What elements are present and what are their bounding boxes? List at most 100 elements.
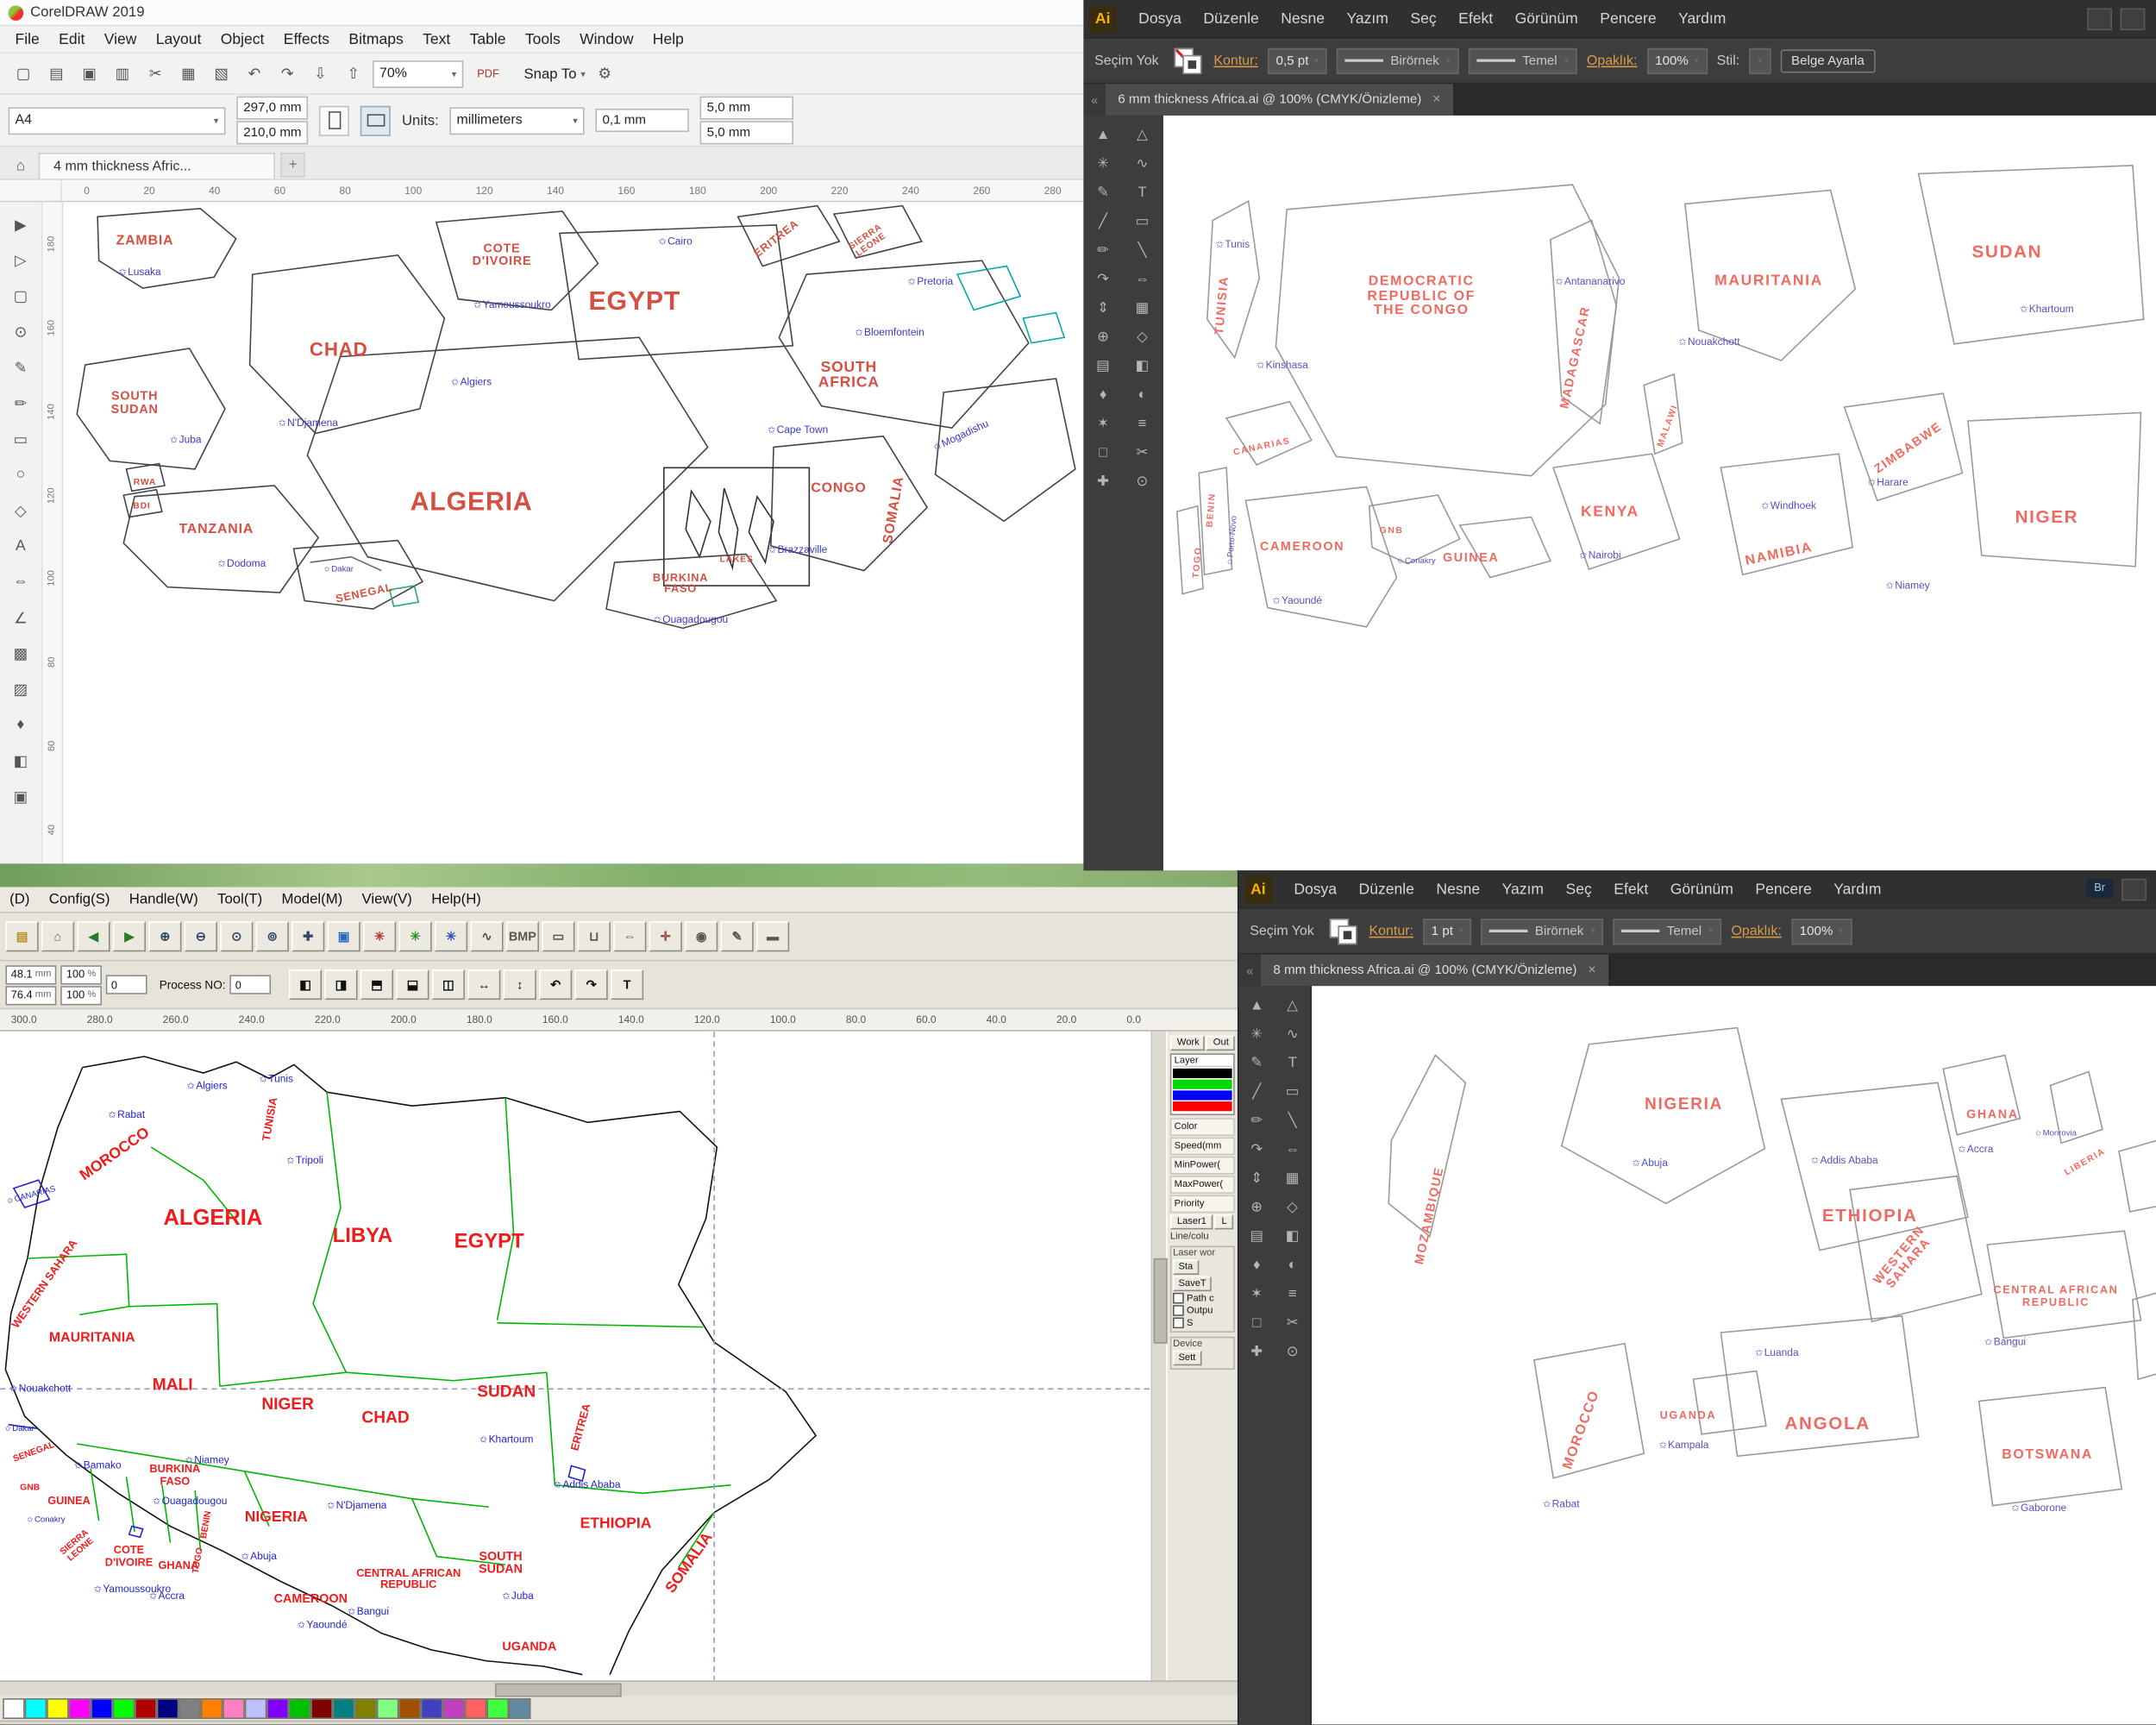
stroke-weight-input[interactable]: 0,5 pt ▾ [1267, 47, 1327, 74]
layer-property-row[interactable]: Color [1169, 1118, 1235, 1136]
lasso-tool[interactable]: ∿ [1275, 1020, 1310, 1048]
home-icon[interactable]: ⌂ [41, 921, 75, 952]
parallel-dimension-tool[interactable]: ⇔ [5, 565, 35, 598]
align-right-icon[interactable]: ◨ [324, 969, 358, 1000]
layer-color-row[interactable] [1173, 1079, 1232, 1089]
menu-item[interactable]: Seç [1555, 881, 1603, 897]
menu-item[interactable]: Help [643, 31, 693, 47]
layer-list[interactable]: Layer [1169, 1053, 1235, 1116]
pencil-tool[interactable]: ╲ [1275, 1107, 1310, 1134]
paintbrush-tool[interactable]: ✏ [1239, 1107, 1275, 1134]
coreldraw-canvas[interactable]: ZAMBIALusakaCHADN'DjamenaSOUTH SUDANJuba… [63, 202, 1084, 864]
publish-pdf-button[interactable]: PDF [467, 59, 509, 89]
mesh-tool[interactable]: ▤ [1239, 1222, 1275, 1250]
laser-head-icon[interactable]: ✛ [649, 921, 682, 952]
curve-icon[interactable]: ∿ [470, 921, 504, 952]
layer-property-row[interactable]: MaxPower( [1169, 1176, 1235, 1194]
direct-selection-tool[interactable]: △ [1123, 121, 1162, 148]
color-eyedropper-tool[interactable]: ♦ [5, 708, 35, 741]
type-tool[interactable]: T [1275, 1050, 1310, 1077]
palette-color-swatch[interactable] [112, 1697, 135, 1719]
shape-builder-tool[interactable]: ⊕ [1083, 323, 1122, 351]
menu-item[interactable]: Pencere [1589, 10, 1667, 27]
symbol-sprayer-tool[interactable]: ✶ [1239, 1280, 1275, 1308]
rectangle-tool[interactable]: ▭ [5, 422, 35, 455]
camera-icon[interactable]: ◉ [685, 921, 718, 952]
pen-tool[interactable]: ✎ [1239, 1050, 1275, 1077]
illustrator-logo[interactable]: Ai [1244, 875, 1272, 903]
horizontal-ruler[interactable]: 300.0 280.0 260.0 240.0 220.0 200.0 180.0 160.0… [0, 1009, 1238, 1032]
menu-item[interactable]: Tool(T) [208, 891, 272, 907]
close-tab-icon[interactable]: × [1432, 92, 1440, 108]
undo-icon[interactable]: ↶ [239, 59, 269, 89]
smart-fill-tool[interactable]: ▣ [5, 780, 35, 812]
vertical-ruler[interactable]: 180 160 140 120 100 80 60 40 [42, 202, 64, 864]
slice-tool[interactable]: ✂ [1275, 1309, 1310, 1337]
stroke-swatch[interactable] [1181, 54, 1202, 75]
dimension-icon[interactable]: ⇔ [613, 921, 647, 952]
hand-tool[interactable]: ✚ [1239, 1338, 1275, 1365]
new-document-icon[interactable]: ▢ [9, 59, 39, 89]
collapse-panels-icon[interactable]: « [1083, 84, 1106, 116]
zoom-window-icon[interactable]: ⊙ [220, 921, 254, 952]
menu-item[interactable]: Handle(W) [120, 891, 208, 907]
illustrator-canvas[interactable]: NIGERIAAbujaGHANAAccraMonroviaLIBERIAAdd… [1312, 986, 2156, 1725]
zoom-level-select[interactable]: 70% ▾ [373, 60, 464, 88]
zoom-in-icon[interactable]: ⊕ [148, 921, 182, 952]
rotate-left-icon[interactable]: ↶ [539, 969, 573, 1000]
menu-item[interactable]: Layout [147, 31, 211, 47]
mirror-vertical-icon[interactable]: ↕ [503, 969, 536, 1000]
menu-item[interactable]: Text [413, 31, 461, 47]
palette-color-swatch[interactable] [222, 1697, 245, 1719]
selection-tool[interactable]: ▲ [1083, 121, 1122, 148]
arrange-documents-icon[interactable] [2122, 878, 2147, 900]
palette-color-swatch[interactable] [68, 1697, 91, 1719]
menu-item[interactable]: Efekt [1603, 881, 1659, 897]
width-profile-select[interactable]: Birörnek ▾ [1481, 918, 1604, 944]
zoom-tool[interactable]: ⊙ [1275, 1338, 1310, 1365]
menu-item[interactable]: Window [570, 31, 643, 47]
palette-color-swatch[interactable] [179, 1697, 201, 1719]
rectangle-tool[interactable]: ▭ [1275, 1078, 1310, 1106]
bmp-icon[interactable]: BMP [505, 921, 540, 952]
menu-item[interactable]: Edit [49, 31, 95, 47]
palette-color-swatch[interactable] [200, 1697, 223, 1719]
menu-item[interactable]: Effects [274, 31, 340, 47]
zoom-all-icon[interactable]: ⊚ [255, 921, 289, 952]
shape-tool[interactable]: ▷ [5, 243, 35, 276]
text-tool-icon[interactable]: T [610, 969, 644, 1000]
menu-item[interactable]: View(V) [352, 891, 422, 907]
palette-color-swatch[interactable] [398, 1697, 421, 1719]
palette-color-swatch[interactable] [332, 1697, 355, 1719]
back-icon[interactable]: ◀ [77, 921, 110, 952]
eyedropper-tool[interactable]: ♦ [1239, 1251, 1275, 1279]
rotate-right-icon[interactable]: ↷ [574, 969, 608, 1000]
line-segment-tool[interactable]: ╱ [1239, 1078, 1275, 1106]
menu-item[interactable]: Yazım [1491, 881, 1555, 897]
menu-item[interactable]: Yardım [1667, 10, 1737, 27]
line-segment-tool[interactable]: ╱ [1083, 208, 1122, 235]
menu-item[interactable]: Nesne [1426, 881, 1491, 897]
palette-color-swatch[interactable] [376, 1697, 399, 1719]
pen-tool[interactable]: ✎ [1083, 179, 1122, 206]
brush-definition-select[interactable]: Temel ▾ [1469, 47, 1577, 74]
panel-button[interactable]: Sta [1173, 1259, 1199, 1275]
position-x-input[interactable]: 48.1 mm [5, 964, 57, 984]
pick-tool[interactable]: ▶ [5, 208, 35, 241]
magic-wand-tool[interactable]: ✳ [1083, 150, 1122, 178]
style-select[interactable]: ▾ [1749, 47, 1771, 74]
fill-stroke-widget[interactable] [1174, 47, 1204, 75]
artboard-tool[interactable]: □ [1083, 439, 1122, 467]
zoom-out-icon[interactable]: ⊖ [184, 921, 217, 952]
menu-item[interactable]: Dosya [1127, 10, 1192, 27]
panel-checkbox[interactable]: Outpu [1173, 1305, 1232, 1316]
laser-output-tab[interactable]: L [1214, 1214, 1234, 1230]
opacity-label-link[interactable]: Opaklık: [1587, 53, 1637, 68]
weld-icon[interactable]: ⊔ [577, 921, 611, 952]
mirror-horizontal-icon[interactable]: ↔ [467, 969, 501, 1000]
width-profile-select[interactable]: Birörnek ▾ [1337, 47, 1459, 74]
align-left-icon[interactable]: ◧ [288, 969, 323, 1000]
page-size-preset-select[interactable]: A4 ▾ [8, 106, 226, 135]
scrollbar-thumb[interactable] [494, 1683, 622, 1697]
menu-item[interactable]: Yazım [1336, 10, 1400, 27]
